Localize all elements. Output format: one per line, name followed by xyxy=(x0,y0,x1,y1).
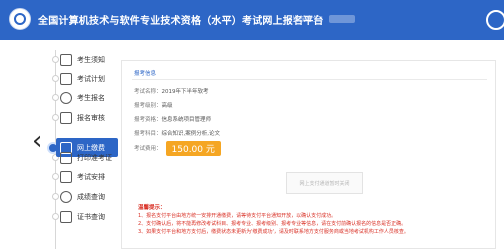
sidebar-item-label: 打印准考证 xyxy=(77,153,112,162)
info-row-exam-name: 考试名称：2019年下半年软考 xyxy=(134,87,209,95)
sidebar-item-registration[interactable]: 考生报名 xyxy=(60,88,118,107)
info-row-level: 报考级别：高级 xyxy=(134,101,173,109)
info-value: 高级 xyxy=(161,103,173,109)
sidebar-item-label: 报名审核 xyxy=(77,113,105,122)
candidate-info: 当前考生： xyxy=(292,14,355,24)
review-icon xyxy=(60,111,72,124)
panel-title: 报考信息 xyxy=(134,71,157,77)
certificate-icon xyxy=(60,210,72,223)
info-key: 报考科目： xyxy=(134,131,162,137)
info-row-fee: 考试费用： 150.00 元 xyxy=(134,141,221,156)
tips-title: 温馨提示： xyxy=(138,205,166,211)
sidebar-item-notice[interactable]: 考生须知 xyxy=(60,50,118,69)
info-key: 报考级别： xyxy=(134,103,162,109)
info-key: 报考资格： xyxy=(134,117,162,123)
search-icon xyxy=(60,190,72,203)
page-root: 全国计算机技术与软件专业技术资格（水平）考试网上报名平台 当前考生： ‹ 考生须… xyxy=(0,0,504,249)
sidebar-item-print-admission[interactable]: 打印准考证 xyxy=(60,148,118,167)
sidebar-item-label: 考试计划 xyxy=(77,74,105,83)
sidebar-item-label: 成绩查询 xyxy=(77,192,105,201)
logo-icon xyxy=(9,8,31,30)
timeline-dot xyxy=(52,94,59,101)
info-key: 考试名称： xyxy=(134,89,162,95)
sidebar-item-certificate-query[interactable]: 证书查询 xyxy=(60,207,118,226)
timeline-dot xyxy=(52,75,59,82)
timeline-dot xyxy=(52,193,59,200)
info-key: 考试费用： xyxy=(134,146,162,152)
sidebar-item-review[interactable]: 报名审核 xyxy=(60,108,118,127)
sidebar-item-exam-schedule[interactable]: 考试安排 xyxy=(60,167,118,186)
timeline-dot xyxy=(52,114,59,121)
divider xyxy=(132,79,487,80)
sidebar-item-label: 考试安排 xyxy=(77,172,105,181)
sidebar-item-label: 考生报名 xyxy=(77,93,105,102)
info-value: 信息系统项目管理师 xyxy=(161,117,212,123)
info-row-subjects: 报考科目：综合知识,案例分析,论文 xyxy=(134,129,220,137)
chevron-left-icon[interactable]: ‹ xyxy=(32,128,42,154)
top-header-bar: 全国计算机技术与软件专业技术资格（水平）考试网上报名平台 当前考生： xyxy=(0,0,504,40)
tip-line: 1、报名支付平台由地方统一安排开通缴费，请等待支付平台通知开放，以确认支付成功。 xyxy=(138,213,337,219)
user-icon[interactable] xyxy=(486,10,504,30)
candidate-label: 当前考生： xyxy=(292,15,327,23)
sidebar-item-exam-plan[interactable]: 考试计划 xyxy=(60,69,118,88)
info-row-qualification: 报考资格：信息系统项目管理师 xyxy=(134,115,211,123)
online-payment-button[interactable]: 网上支付通道暂时关闭 xyxy=(286,172,363,194)
candidate-name-redacted xyxy=(329,15,355,23)
timeline-dot xyxy=(52,173,59,180)
app-title: 全国计算机技术与软件专业技术资格（水平）考试网上报名平台 xyxy=(38,16,324,27)
notice-icon xyxy=(60,53,72,66)
timeline-dot xyxy=(52,213,59,220)
timeline-dot xyxy=(52,56,59,63)
calendar-icon xyxy=(60,72,72,85)
info-value: 2019年下半年软考 xyxy=(161,89,209,95)
clock-icon xyxy=(60,91,72,104)
schedule-icon xyxy=(60,170,72,183)
fee-badge: 150.00 元 xyxy=(165,141,221,156)
info-value: 综合知识,案例分析,论文 xyxy=(161,131,221,137)
tip-line: 2、支付确认后，将不能再修改考试科目、报考专业、报考级别、报考专业等信息，请在支… xyxy=(138,221,407,227)
tip-line: 3、如果支付平台和地方支付后，缴费状态未更新为'缴费成功'，请及时联系地方支付服… xyxy=(138,229,409,235)
sidebar-item-label: 考生须知 xyxy=(77,55,105,64)
sidebar-item-label: 证书查询 xyxy=(77,212,105,221)
sidebar-item-score-query[interactable]: 成绩查询 xyxy=(60,187,118,206)
printer-icon xyxy=(60,151,72,164)
